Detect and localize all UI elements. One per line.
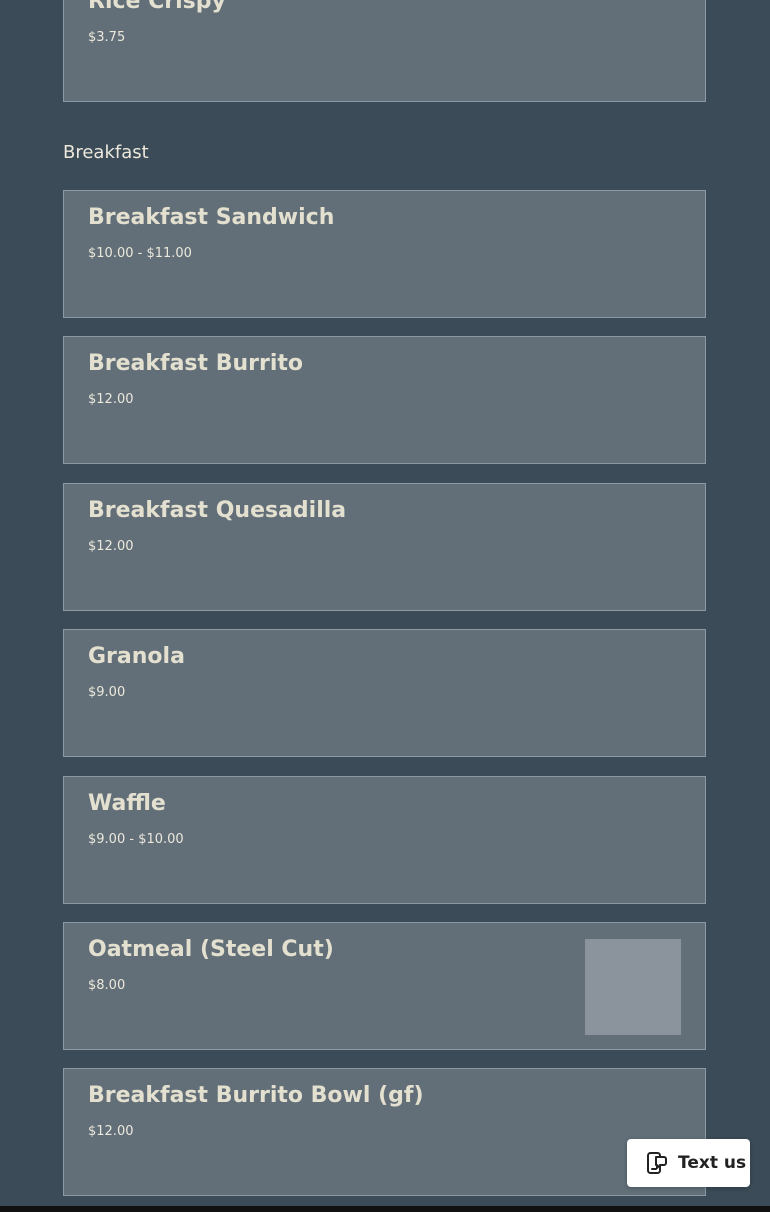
- menu-item-name: Waffle: [88, 791, 166, 816]
- menu-item-price: $12.00: [88, 392, 134, 407]
- menu-item-price: $10.00 - $11.00: [88, 246, 192, 261]
- menu-item-price: $8.00: [88, 978, 126, 993]
- menu-item-card[interactable]: Granola $9.00: [63, 629, 706, 757]
- chat-phone-icon: [645, 1151, 667, 1175]
- menu-item-name: Oatmeal (Steel Cut): [88, 937, 334, 962]
- menu-item-name: Granola: [88, 644, 185, 669]
- menu-item-card[interactable]: Breakfast Burrito $12.00: [63, 336, 706, 464]
- menu-item-name: Rice Crispy: [88, 0, 226, 14]
- menu-item-name: Breakfast Burrito: [88, 351, 304, 376]
- menu-item-card[interactable]: Rice Crispy $3.75: [63, 0, 706, 102]
- menu-item-price: $9.00 - $10.00: [88, 832, 184, 847]
- menu-item-image: [585, 939, 681, 1035]
- menu-item-card[interactable]: Oatmeal (Steel Cut) $8.00: [63, 922, 706, 1050]
- menu-item-card[interactable]: Breakfast Burrito Bowl (gf) $12.00: [63, 1068, 706, 1196]
- menu-item-card[interactable]: Breakfast Quesadilla $12.00: [63, 483, 706, 611]
- menu-item-name: Breakfast Burrito Bowl (gf): [88, 1083, 424, 1108]
- menu-item-name: Breakfast Quesadilla: [88, 498, 347, 523]
- menu-item-price: $12.00: [88, 539, 134, 554]
- menu-item-price: $3.75: [88, 30, 126, 45]
- menu-item-card[interactable]: Breakfast Sandwich $10.00 - $11.00: [63, 190, 706, 318]
- menu-item-price: $12.00: [88, 1124, 134, 1139]
- text-us-label: Text us: [678, 1153, 747, 1173]
- menu-item-name: Breakfast Sandwich: [88, 205, 335, 230]
- menu-item-price: $9.00: [88, 685, 126, 700]
- section-heading: Breakfast: [63, 142, 149, 163]
- text-us-button[interactable]: Text us: [627, 1139, 750, 1187]
- bottom-edge: [0, 1206, 770, 1212]
- menu-item-card[interactable]: Waffle $9.00 - $10.00: [63, 776, 706, 904]
